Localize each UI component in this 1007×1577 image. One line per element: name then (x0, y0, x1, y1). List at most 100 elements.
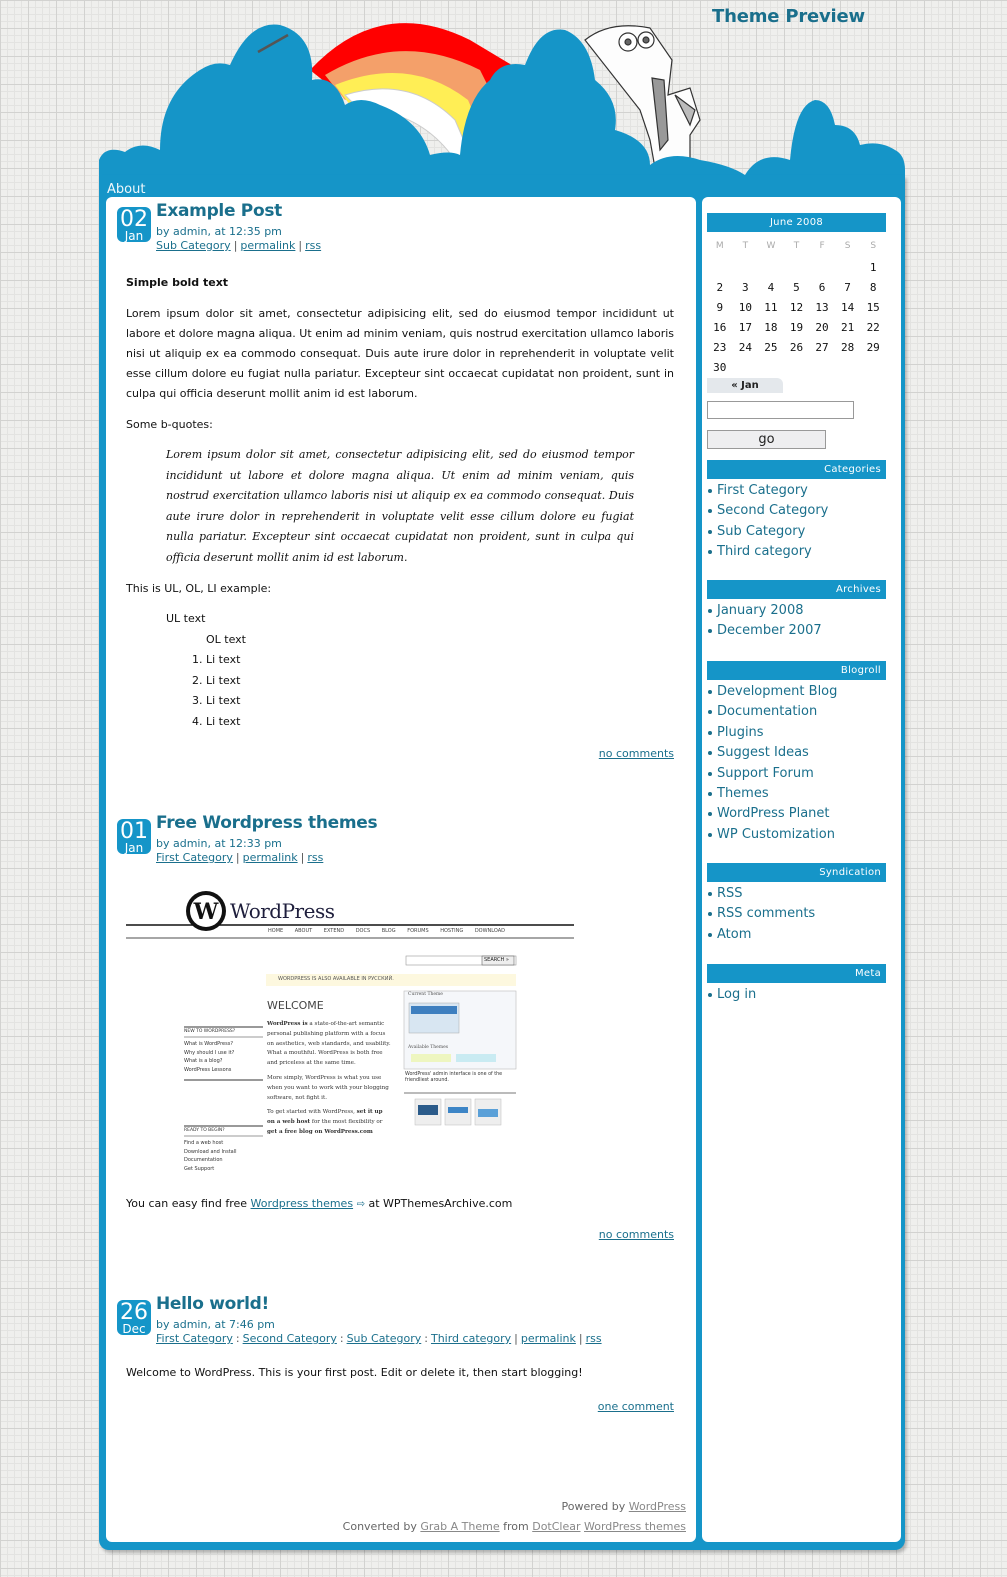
sidebar-link[interactable]: Log in (717, 987, 756, 1002)
sidebar-list-item: WordPress Planet (707, 804, 886, 824)
sidebar-link[interactable]: December 2007 (717, 623, 822, 638)
ol-text: OL text (206, 632, 246, 646)
calendar-weekday: S (844, 241, 851, 251)
wordpress-logo-text: WordPress (230, 899, 335, 923)
external-link-icon: ⇨ (356, 1199, 365, 1210)
grab-a-theme-link[interactable]: Grab A Theme (420, 1520, 499, 1533)
wordpress-themes-footer-link[interactable]: WordPress themes (584, 1520, 686, 1533)
sidebar-list-item: December 2007 (707, 621, 886, 641)
post-title[interactable]: Hello world! (156, 1294, 269, 1314)
sidebar-link[interactable]: First Category (717, 483, 808, 498)
calendar-weekday: T (793, 241, 800, 251)
sidebar-link[interactable]: Sub Category (717, 524, 805, 539)
date-day: 02 (120, 207, 148, 232)
calendar-day: 15 (866, 300, 880, 314)
permalink-link[interactable]: permalink (243, 851, 298, 864)
calendar-day: 5 (793, 280, 800, 294)
calendar-day: 7 (844, 280, 851, 294)
archives-list: January 2008 December 2007 (707, 601, 886, 642)
screenshot-text: More simply, WordPress is what you use w… (267, 1074, 389, 1101)
sidebar-link[interactable]: Plugins (717, 725, 764, 740)
blogroll-widget: Blogroll Development Blog Documentation Pl… (707, 661, 886, 845)
footer-text: Powered by (561, 1500, 629, 1513)
screenshot-nav-item: HOME (268, 928, 284, 934)
calendar-day: 13 (815, 300, 829, 314)
sidebar-link[interactable]: January 2008 (717, 603, 804, 618)
calendar-empty-cell (733, 357, 759, 377)
rss-link[interactable]: rss (307, 851, 323, 864)
screenshot-caption: WordPress' admin interface is one of the… (405, 1072, 503, 1083)
date-month: Jan (124, 841, 144, 855)
calendar-week: 2 3 4 5 6 7 8 (707, 277, 886, 297)
comments-link[interactable]: one comment (598, 1400, 674, 1413)
category-link[interactable]: Sub Category (156, 239, 231, 252)
text: at WPThemesArchive.com (364, 1197, 513, 1210)
screenshot-nav: HOME ABOUT EXTEND DOCS BLOG FORUMS HOSTI… (268, 928, 505, 934)
sidebar-link[interactable]: Suggest Ideas (717, 745, 809, 760)
calendar-caption: June 2008 (707, 213, 886, 232)
search-input[interactable] (707, 401, 854, 419)
screenshot-link: Find a web host (184, 1140, 224, 1146)
sidebar-list-item: January 2008 (707, 601, 886, 621)
sidebar-link[interactable]: WordPress Planet (717, 806, 830, 821)
sidebar-link[interactable]: RSS comments (717, 906, 815, 921)
post-title[interactable]: Free Wordpress themes (156, 813, 378, 833)
sidebar-list-item: WP Customization (707, 825, 886, 845)
post-byline: by admin, at 12:35 pm (156, 225, 282, 238)
post-title[interactable]: Example Post (156, 201, 282, 221)
calendar-prev-month-link[interactable]: « Jan (707, 378, 783, 393)
comments-link[interactable]: no comments (599, 747, 674, 760)
screenshot-text: WordPress is (267, 1021, 308, 1027)
screenshot-available-themes: Available Themes (408, 1045, 449, 1050)
wordpress-themes-link[interactable]: Wordpress themes (251, 1197, 354, 1210)
sidebar-link[interactable]: WP Customization (717, 827, 835, 842)
list-item: Li text (206, 712, 674, 733)
powered-by: Powered by WordPress (562, 1500, 687, 1513)
wordpress-link[interactable]: WordPress (629, 1500, 686, 1513)
sidebar-link[interactable]: Themes (717, 786, 769, 801)
nav-link-about[interactable]: About (107, 182, 145, 197)
search-go-button[interactable]: go (707, 430, 826, 449)
sidebar-list-item: Support Forum (707, 764, 886, 784)
screenshot-notice: WORDPRESS IS ALSO AVAILABLE IN РУССКИЙ. (278, 976, 394, 982)
dotclear-link[interactable]: DotClear (532, 1520, 580, 1533)
calendar-empty-cell (758, 257, 784, 277)
sidebar-link[interactable]: Development Blog (717, 684, 837, 699)
category-link[interactable]: Sub Category (347, 1332, 422, 1345)
screenshot-nav-item: ABOUT (294, 928, 313, 934)
calendar-empty-cell (707, 257, 733, 277)
calendar-day: 11 (764, 300, 778, 314)
category-link[interactable]: Third category (431, 1332, 511, 1345)
category-link[interactable]: First Category (156, 1332, 233, 1345)
permalink-link[interactable]: permalink (240, 239, 295, 252)
permalink-link[interactable]: permalink (521, 1332, 576, 1345)
calendar-day: 10 (738, 300, 752, 314)
category-link[interactable]: First Category (156, 851, 233, 864)
date-badge: 26 Dec (117, 1300, 151, 1335)
sidebar-list-item: Sub Category (707, 522, 886, 542)
screenshot-nav-item: FORUMS (407, 928, 429, 934)
sidebar-list-item: Third category (707, 542, 886, 562)
category-link[interactable]: Second Category (243, 1332, 337, 1345)
text: You can easy find free (126, 1197, 251, 1210)
date-badge: 02 Jan (117, 207, 151, 242)
sidebar-link[interactable]: Atom (717, 927, 751, 942)
calendar-weekday: F (819, 241, 825, 251)
calendar-day: 21 (840, 320, 855, 334)
comments-link[interactable]: no comments (599, 1228, 674, 1241)
calendar-day: 17 (738, 320, 752, 334)
sidebar-link[interactable]: Documentation (717, 704, 817, 719)
rss-link[interactable]: rss (586, 1332, 602, 1345)
screenshot-link: What is a blog? (184, 1058, 223, 1064)
widget-title: Categories (707, 460, 886, 479)
sidebar-link[interactable]: Third category (717, 544, 812, 559)
rss-link[interactable]: rss (305, 239, 321, 252)
sidebar-link[interactable]: Second Category (717, 503, 828, 518)
calendar-day: 23 (713, 340, 727, 354)
sidebar-link[interactable]: RSS (717, 886, 743, 901)
calendar-day: 19 (789, 320, 804, 334)
sidebar-link[interactable]: Support Forum (717, 766, 814, 781)
site-title[interactable]: Theme Preview (712, 6, 865, 27)
screenshot-nav-item: DOCS (355, 928, 371, 934)
blogroll-list: Development Blog Documentation Plugins Sugg… (707, 682, 886, 845)
